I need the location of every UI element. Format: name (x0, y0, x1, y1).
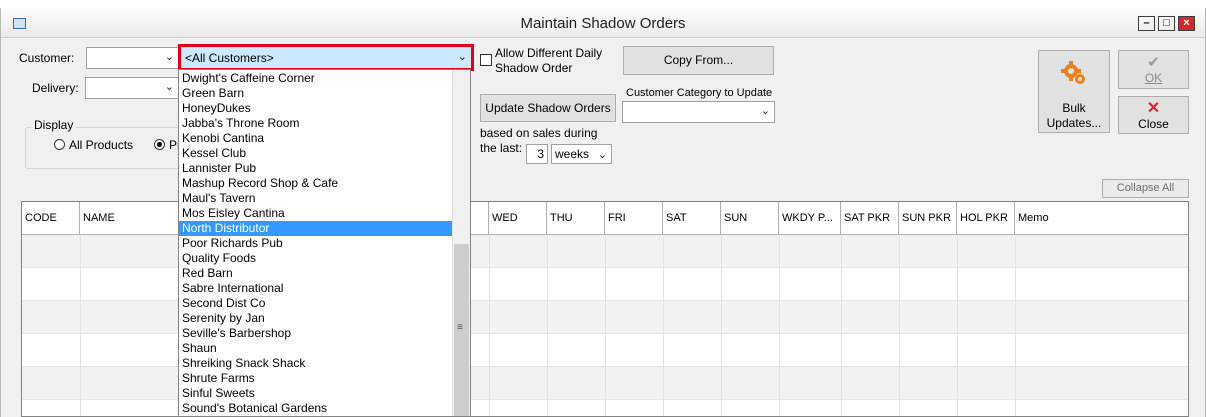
chevron-down-icon: ⌄ (760, 105, 770, 117)
chevron-down-icon: ⌄ (457, 51, 467, 63)
grid-divider (721, 235, 722, 416)
dropdown-item[interactable]: Green Barn (182, 86, 244, 101)
dropdown-item[interactable]: Poor Richards Pub (182, 236, 283, 251)
dropdown-item[interactable]: Second Dist Co (182, 296, 265, 311)
chevron-down-icon: ⌄ (164, 51, 174, 63)
grid-header-cell[interactable]: SAT PKR (841, 202, 899, 235)
copy-from-button[interactable]: Copy From... (623, 46, 774, 75)
grid-divider (663, 235, 664, 416)
update-shadow-orders-button[interactable]: Update Shadow Orders (480, 94, 616, 122)
delivery-combo[interactable]: ⌄ (85, 77, 179, 99)
dropdown-item[interactable]: Shaun (182, 341, 217, 356)
bulk-updates-label-1: Bulk (1062, 101, 1086, 115)
bulk-updates-button[interactable]: Bulk Updates... (1038, 50, 1110, 133)
weeks-unit-value: weeks (555, 147, 590, 161)
grid-header-cell[interactable]: WED (489, 202, 547, 235)
delivery-label: Delivery: (32, 81, 79, 95)
customer-code-combo[interactable]: ⌄ (86, 47, 179, 69)
grid-header-cell[interactable]: Memo (1015, 202, 1188, 235)
allow-different-checkbox[interactable] (480, 54, 492, 66)
dropdown-item[interactable]: Mashup Record Shop & Cafe (182, 176, 338, 191)
category-combo[interactable]: ⌄ (622, 101, 775, 123)
dropdown-item[interactable]: North Distributor (179, 221, 452, 236)
allow-different-label-2: Shadow Order (495, 61, 573, 75)
category-label: Customer Category to Update (626, 87, 773, 99)
dropdown-item[interactable]: HoneyDukes (182, 101, 251, 116)
chevron-down-icon: ⌄ (164, 81, 174, 93)
grid-divider (841, 235, 842, 416)
maximize-button[interactable]: □ (1158, 16, 1175, 31)
dropdown-item[interactable]: Sound's Botanical Gardens (182, 401, 327, 416)
dropdown-item[interactable]: Kenobi Cantina (182, 131, 264, 146)
scrollbar-thumb[interactable]: ≡ (454, 244, 469, 416)
customer-label: Customer: (19, 51, 75, 65)
grid-divider (779, 235, 780, 416)
grid-header-cell[interactable]: SUN (721, 202, 779, 235)
grid-header-cell[interactable]: SAT (663, 202, 721, 235)
dropdown-item[interactable]: Red Barn (182, 266, 233, 281)
dropdown-item[interactable]: Jabba's Throne Room (182, 116, 299, 131)
chevron-down-icon: ⌄ (597, 149, 607, 161)
dropdown-item[interactable]: Kessel Club (182, 146, 246, 161)
window-title: Maintain Shadow Orders (520, 15, 686, 32)
title-bar: Maintain Shadow Orders – □ × (1, 8, 1205, 38)
grid-divider (605, 235, 606, 416)
dropdown-item[interactable]: Shrute Farms (182, 371, 255, 386)
dropdown-item[interactable]: Quality Foods (182, 251, 256, 266)
dropdown-item[interactable]: Lannister Pub (182, 161, 256, 176)
grid-divider (489, 235, 490, 416)
grid-header-cell[interactable]: HOL PKR (957, 202, 1015, 235)
weeks-count-input[interactable]: 3 (526, 144, 548, 164)
grid-divider (957, 235, 958, 416)
dropdown-item[interactable]: Serenity by Jan (182, 311, 265, 326)
dropdown-item[interactable]: Sabre International (182, 281, 283, 296)
grid-header-cell[interactable]: WKDY P... (779, 202, 841, 235)
customer-filter-value: <All Customers> (185, 51, 274, 65)
gears-icon (1061, 61, 1085, 84)
grid-header-cell[interactable]: CODE (22, 202, 80, 235)
dropdown-scrollbar[interactable]: ≡ (452, 70, 470, 416)
all-products-radio[interactable] (54, 139, 65, 150)
dropdown-item[interactable]: Dwight's Caffeine Corner (182, 71, 315, 86)
grid-divider (1015, 235, 1016, 416)
based-on-label-1: based on sales during (480, 126, 598, 140)
close-x-icon: ✕ (1146, 100, 1161, 117)
collapse-all-button[interactable]: Collapse All (1102, 179, 1189, 198)
grid-divider (80, 235, 81, 416)
dropdown-item[interactable]: Maul's Tavern (182, 191, 255, 206)
dropdown-item[interactable]: Mos Eisley Cantina (182, 206, 285, 221)
grid-header-cell[interactable]: FRI (605, 202, 663, 235)
customer-filter-combo[interactable]: <All Customers> ⌄ (178, 44, 474, 71)
grid-divider (899, 235, 900, 416)
bulk-updates-label-2: Updates... (1046, 116, 1102, 130)
products-radio[interactable] (154, 139, 165, 150)
dropdown-item[interactable]: Seville's Barbershop (182, 326, 291, 341)
dropdown-item[interactable]: Shreiking Snack Shack (182, 356, 305, 371)
close-window-button[interactable]: × (1178, 16, 1195, 31)
all-products-label: All Products (69, 138, 134, 152)
customer-dropdown-list[interactable]: Dwight's Caffeine Corner Green Barn HoneyD… (178, 69, 471, 417)
grid-header-cell[interactable]: SUN PKR (899, 202, 957, 235)
minimize-button[interactable]: – (1138, 16, 1155, 31)
grid-header-cell[interactable]: NAME (80, 202, 180, 235)
grid-divider (547, 235, 548, 416)
allow-different-label-1: Allow Different Daily (495, 46, 603, 60)
close-button[interactable]: ✕ Close (1118, 96, 1189, 134)
dropdown-item[interactable]: Sinful Sweets (182, 386, 255, 401)
grip-icon: ≡ (457, 322, 463, 333)
checkmark-icon: ✔ (1147, 54, 1160, 71)
ok-button[interactable]: ✔ OK (1118, 50, 1189, 89)
based-on-label-2: the last: (480, 141, 523, 155)
close-label: Close (1138, 117, 1169, 131)
weeks-unit-combo[interactable]: weeks ⌄ (551, 144, 612, 164)
display-label: Display (31, 118, 77, 132)
grid-header-cell[interactable]: THU (547, 202, 605, 235)
ok-label: OK (1144, 71, 1163, 85)
